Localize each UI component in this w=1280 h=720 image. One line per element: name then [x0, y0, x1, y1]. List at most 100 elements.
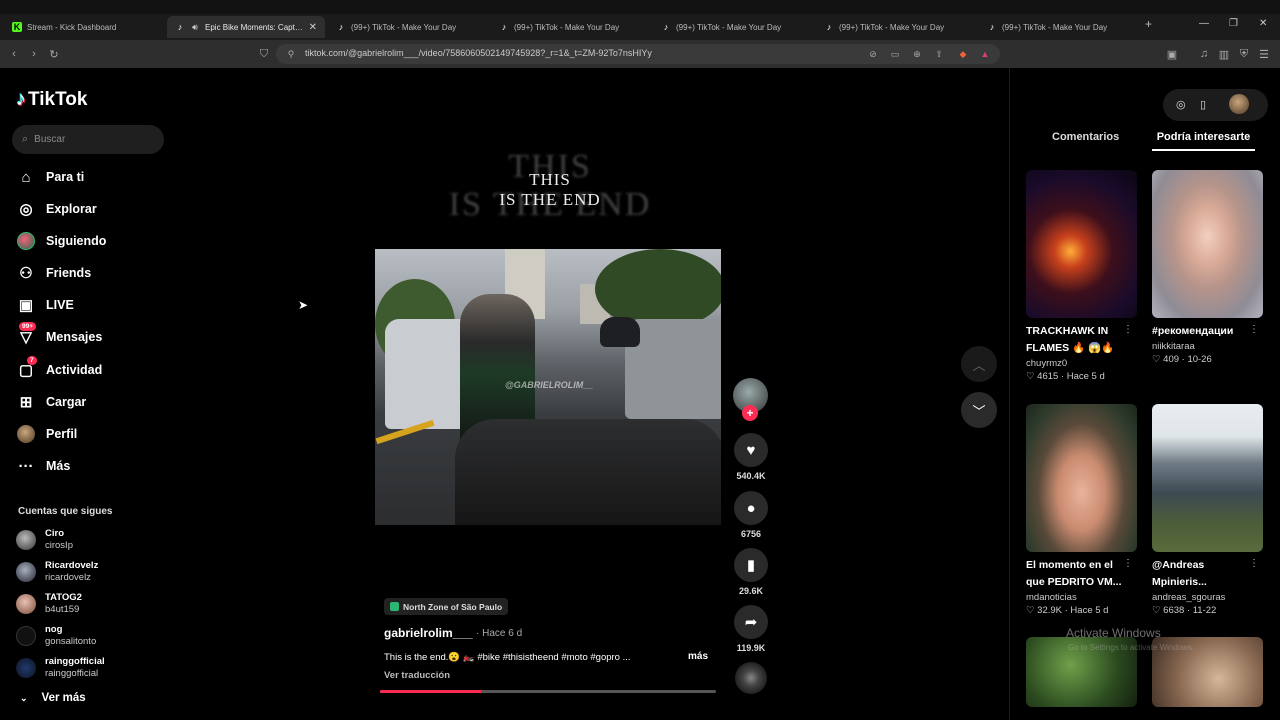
- site-info-icon[interactable]: ⚲: [284, 47, 298, 61]
- address-bar[interactable]: ⚲ tiktok.com/@gabrielrolim___/video/7586…: [276, 44, 1000, 64]
- translate-link[interactable]: Ver traducción: [384, 670, 450, 681]
- tiktok-icon: ♪: [826, 22, 832, 32]
- user-avatar[interactable]: [1229, 94, 1249, 114]
- following-account[interactable]: TATOG2 b4ut159: [16, 592, 82, 616]
- tab-tiktok[interactable]: ♪ (99+) TikTok - Make Your Day: [653, 16, 813, 38]
- tiktok-icon: ♪: [989, 22, 995, 32]
- location-tag[interactable]: North Zone of São Paulo: [384, 598, 509, 615]
- back-icon[interactable]: ‹: [6, 46, 22, 62]
- following-account[interactable]: Ricardovelz ricardovelz: [16, 560, 98, 584]
- cast-icon[interactable]: ▭: [888, 47, 902, 61]
- more-link[interactable]: más: [688, 651, 708, 662]
- tab-epic-bike[interactable]: ♪ 🔊︎ Epic Bike Moments: Capturin ✕: [167, 16, 325, 38]
- sidebar-item-mensajes[interactable]: ▽ 99+ Mensajes: [16, 322, 102, 349]
- previous-video-button[interactable]: ︿: [961, 346, 997, 382]
- tiktok-icon: ♪: [338, 22, 344, 32]
- sidebar-item-actividad[interactable]: ▢ 7 Actividad: [16, 356, 103, 382]
- tiktok-logo[interactable]: ♪ TikTok: [16, 88, 87, 111]
- close-window-button[interactable]: ✕: [1259, 18, 1267, 29]
- bookmark-icon[interactable]: ⛉: [256, 46, 272, 62]
- sidebar-item-siguiendo[interactable]: Siguiendo: [16, 229, 106, 253]
- avatar: [16, 626, 36, 646]
- more-options-icon[interactable]: ⋮: [1249, 558, 1259, 569]
- recommended-card[interactable]: El momento en el que PEDRITO VM... ⋮ mda…: [1026, 404, 1137, 616]
- save-button[interactable]: ▮ 29.6K: [734, 548, 768, 596]
- screenshot-icon[interactable]: ▣: [1164, 46, 1180, 62]
- maximize-button[interactable]: ❐: [1229, 18, 1238, 29]
- sidebar-item-mas[interactable]: ··· Más: [16, 454, 71, 478]
- no-tracking-icon[interactable]: ⊘: [866, 47, 880, 61]
- rewards-icon[interactable]: ▲: [978, 47, 992, 61]
- next-video-button[interactable]: ﹀: [961, 392, 997, 428]
- sidebar-item-friends[interactable]: ⚇ Friends: [16, 261, 91, 285]
- account-user: ricardovelz: [45, 572, 91, 583]
- share-icon: ➦: [734, 605, 768, 639]
- url-text[interactable]: tiktok.com/@gabrielrolim___/video/758606…: [305, 48, 652, 58]
- video-thumbnail[interactable]: [1026, 170, 1137, 318]
- more-options-icon[interactable]: ⋮: [1123, 558, 1133, 569]
- tab-tiktok[interactable]: ♪ (99+) TikTok - Make Your Day: [491, 16, 651, 38]
- notification-badge: 7: [27, 356, 37, 365]
- messages-icon: ▽ 99+: [16, 322, 37, 347]
- music-disc-icon[interactable]: [735, 662, 767, 694]
- like-button[interactable]: ♥ 540.4K: [734, 433, 768, 481]
- sidebar-item-perfil[interactable]: Perfil: [16, 422, 77, 446]
- reload-icon[interactable]: ↻: [46, 46, 62, 62]
- share-button[interactable]: ➦ 119.9K: [734, 605, 768, 653]
- sidebar-icon[interactable]: ▥: [1216, 46, 1232, 62]
- search-box[interactable]: ⌕: [12, 125, 164, 154]
- zoom-icon[interactable]: ⊕: [910, 47, 924, 61]
- tab-kick-dashboard[interactable]: K Stream - Kick Dashboard: [4, 16, 164, 38]
- tab-comments[interactable]: Comentarios: [1052, 131, 1119, 149]
- video-thumbnail[interactable]: [1152, 170, 1263, 318]
- following-account[interactable]: Ciro cirosIp: [16, 528, 73, 552]
- following-account[interactable]: nog gonsalitonto: [16, 624, 96, 648]
- share-icon[interactable]: ⇪: [932, 47, 946, 61]
- brave-shield-icon[interactable]: ◆: [956, 47, 970, 61]
- author-name[interactable]: gabrielrolim___: [384, 626, 473, 640]
- nav-label: Actividad: [46, 363, 103, 377]
- tab-tiktok[interactable]: ♪ (99+) TikTok - Make Your Day: [816, 16, 976, 38]
- tab-title: (99+) TikTok - Make Your Day: [676, 22, 782, 32]
- more-options-icon[interactable]: ⋮: [1123, 324, 1133, 335]
- card-title: #рекомендации: [1152, 325, 1234, 337]
- music-icon[interactable]: ♫: [1196, 46, 1212, 62]
- see-more-button[interactable]: ⌄ Ver más: [20, 692, 86, 704]
- sidebar-item-cargar[interactable]: ⊞ Cargar: [16, 390, 87, 414]
- card-title: El momento en el que PEDRITO VM...: [1026, 559, 1122, 588]
- menu-icon[interactable]: ☰: [1256, 46, 1272, 62]
- video-thumbnail[interactable]: [1026, 404, 1137, 552]
- compass-icon: ◎: [19, 201, 33, 218]
- video-progress-bar[interactable]: [380, 690, 716, 693]
- card-stats: ♡ 6638 · 11-22: [1152, 605, 1217, 616]
- recommended-card[interactable]: TRACKHAWK IN FLAMES 🔥 😱🔥 ⋮ chuyrmz0 ♡ 46…: [1026, 170, 1137, 382]
- forward-icon[interactable]: ›: [26, 46, 42, 62]
- new-tab-button[interactable]: +: [1145, 17, 1152, 31]
- more-options-icon[interactable]: ⋮: [1249, 324, 1259, 335]
- tab-tiktok[interactable]: ♪ (99+) TikTok - Make Your Day: [328, 16, 488, 38]
- account-user: b4ut159: [45, 604, 80, 615]
- sidebar-item-explorar[interactable]: ◎ Explorar: [16, 197, 96, 221]
- account-user: rainggofficial: [45, 668, 99, 679]
- tab-recommended[interactable]: Podría interesarte: [1152, 131, 1255, 151]
- sidebar-item-para-ti[interactable]: ⌂ Para ti: [16, 165, 84, 189]
- following-account[interactable]: rainggofficial rainggofficial: [16, 656, 105, 680]
- follow-plus-icon[interactable]: +: [742, 405, 758, 421]
- video-thumbnail[interactable]: [1152, 404, 1263, 552]
- phone-icon[interactable]: ▯: [1200, 98, 1206, 111]
- tab-tiktok[interactable]: ♪ (99+) TikTok - Make Your Day: [979, 16, 1139, 38]
- recommended-card[interactable]: #рекомендации ⋮ niikkitaraa ♡ 409 · 10-2…: [1152, 170, 1263, 365]
- avatar: [16, 594, 36, 614]
- compass-icon[interactable]: ◎: [1176, 98, 1186, 111]
- card-stats: ♡ 4615 · Hace 5 d: [1026, 371, 1105, 382]
- comment-button[interactable]: ● 6756: [734, 491, 768, 539]
- search-input[interactable]: [34, 134, 145, 145]
- overlay-line: IS THE END: [499, 190, 601, 209]
- shield-icon[interactable]: ⛨: [1236, 46, 1252, 62]
- sidebar-item-live[interactable]: ▣ LIVE: [16, 293, 74, 317]
- minimize-button[interactable]: —: [1199, 18, 1209, 29]
- windows-activation-subtext: Go to Settings to activate Windows.: [1068, 643, 1195, 652]
- close-icon[interactable]: ✕: [309, 22, 317, 33]
- recommended-card[interactable]: @Andreas Mpinieris... ⋮ andreas_sgouras …: [1152, 404, 1263, 616]
- top-actions-pill: ◎ ▯: [1163, 89, 1268, 121]
